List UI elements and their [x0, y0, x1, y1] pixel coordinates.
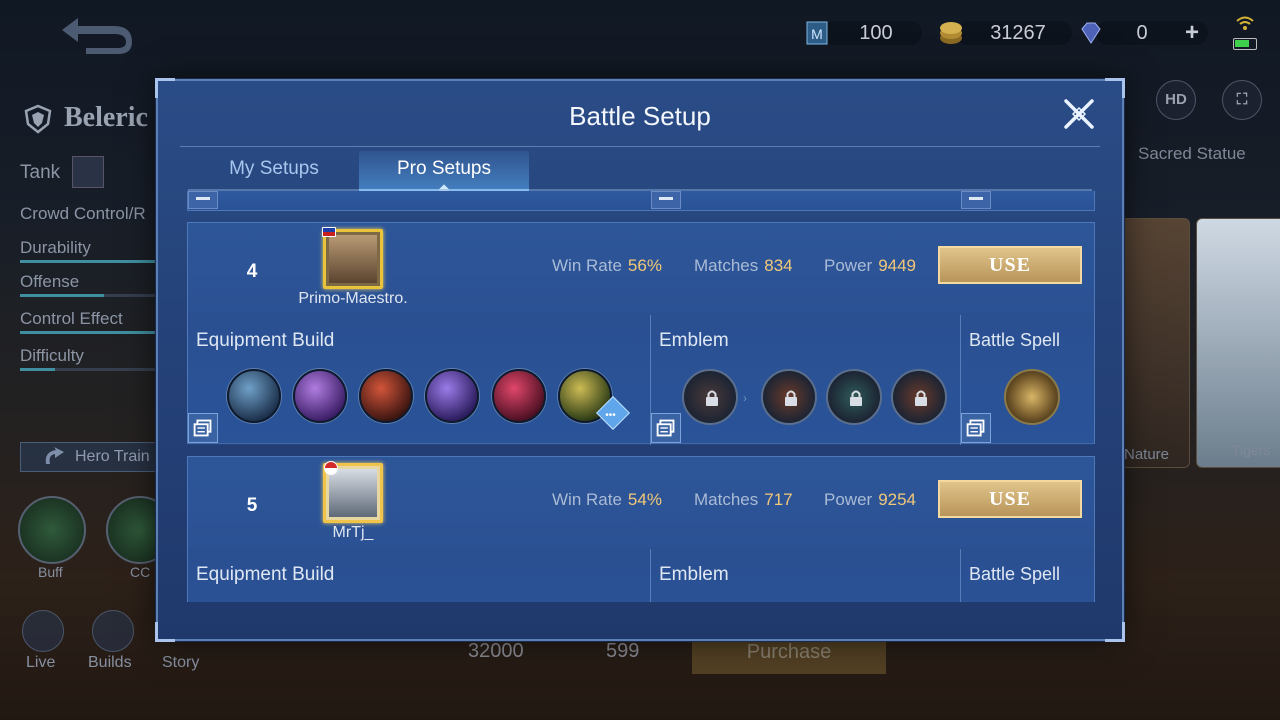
svg-text:M: M: [811, 26, 823, 42]
setup-rank: 4: [246, 261, 258, 282]
diamond-price: 599: [606, 640, 640, 662]
tab-my-setups[interactable]: My Setups: [212, 151, 336, 191]
equipment-build-title: Equipment Build: [196, 564, 335, 585]
battle-setup-modal: Battle Setup My Setups Pro Setups 4 Prim…: [155, 78, 1125, 642]
setup-rank: 5: [246, 495, 258, 516]
stat-bar-offense: [20, 294, 160, 297]
diamond-icon: [1081, 22, 1101, 44]
tab-pro-setups-label: Pro Setups: [397, 158, 491, 179]
ticket-icon: M: [806, 21, 828, 45]
skin-card-tigers-label: Tigers: [1232, 442, 1271, 458]
matches: Matches 834: [694, 256, 793, 275]
win-rate: Win Rate 54%: [552, 490, 662, 509]
hero-train-icon: [45, 447, 64, 464]
hero-role: Tank: [20, 162, 61, 183]
pro-setups-list[interactable]: 4 Primo-Maestro. Win Rate 56% Matches 834 …: [187, 191, 1095, 602]
diamonds-value: 0: [1136, 21, 1148, 44]
dominance-ice-icon[interactable]: [293, 369, 347, 423]
stat-label-durability: Durability: [20, 238, 91, 257]
buff-skill-label: Buff: [38, 564, 63, 580]
emblem-arrow-icon: ›: [743, 391, 747, 405]
setup-card: 4 Primo-Maestro. Win Rate 56% Matches 834 …: [187, 222, 1095, 445]
copy-equipment-button[interactable]: [188, 413, 218, 443]
player-name: Primo-Maestro.: [298, 290, 408, 307]
emblem-title: Emblem: [659, 564, 729, 585]
diamonds-counter: 0 +: [1078, 18, 1208, 48]
skin-title: Sacred Statue: [1138, 144, 1246, 163]
gold-value: 31267: [990, 21, 1046, 44]
wifi-icon: [1236, 16, 1254, 30]
builds-icon[interactable]: [92, 610, 134, 652]
vengeance-spell-icon[interactable]: [1004, 369, 1060, 425]
emblem-talent-2-icon[interactable]: [826, 369, 882, 425]
battle-spell-title: Battle Spell: [969, 564, 1061, 584]
equipment-build-title: Equipment Build: [196, 330, 335, 351]
player-name: MrTj_: [332, 524, 374, 541]
emblem-title: Emblem: [659, 330, 729, 351]
live-icon[interactable]: [22, 610, 64, 652]
stat-bar-difficulty: [20, 368, 160, 371]
cursed-helmet-icon[interactable]: [359, 369, 413, 423]
emblem-talent-1-icon[interactable]: [761, 369, 817, 425]
flag-icon: [324, 461, 338, 475]
warrior-boots-icon[interactable]: [227, 369, 281, 423]
matches: Matches 717: [694, 490, 793, 509]
hero-specialty: Crowd Control/R: [20, 204, 146, 223]
stat-label-difficulty: Difficulty: [20, 346, 84, 365]
previous-card-remnant: [187, 191, 1095, 211]
player-avatar[interactable]: [323, 229, 383, 289]
cc-skill-label: CC: [130, 564, 151, 580]
skin-card-tigers[interactable]: [1196, 218, 1280, 468]
hd-toggle-button[interactable]: HD: [1156, 80, 1196, 120]
power: Power 9254: [824, 490, 917, 509]
add-diamonds-button[interactable]: +: [1180, 19, 1204, 47]
radiant-armor-icon[interactable]: [492, 369, 546, 423]
stat-bar-control: [20, 331, 160, 334]
emblem-talent-3-icon[interactable]: [891, 369, 947, 425]
buff-skill-icon[interactable]: [18, 496, 86, 564]
hero-train-label: Hero Train: [75, 448, 150, 465]
copy-spell-button[interactable]: [961, 413, 991, 443]
athenas-shield-icon[interactable]: [425, 369, 479, 423]
hero-name: Beleric: [64, 102, 148, 133]
stat-label-control: Control Effect: [20, 309, 123, 328]
title-divider: [180, 146, 1100, 147]
flag-icon: [322, 227, 336, 237]
power: Power 9449: [824, 256, 917, 275]
gold-coin-icon: [940, 22, 962, 44]
modal-title: Battle Setup: [569, 101, 711, 131]
shield-role-icon: [24, 104, 52, 134]
skin-card-nature-label: Nature: [1124, 446, 1170, 463]
tickets-value: 100: [859, 21, 893, 44]
win-rate: Win Rate 56%: [552, 256, 662, 275]
gold-price: 32000: [468, 640, 524, 662]
battle-spell-title: Battle Spell: [969, 330, 1061, 350]
tab-pro-setups[interactable]: Pro Setups: [359, 151, 529, 196]
stat-label-offense: Offense: [20, 272, 80, 291]
battery-icon: [1233, 38, 1257, 50]
use-button[interactable]: USE: [938, 480, 1082, 518]
story-label[interactable]: Story: [162, 654, 199, 672]
gold-counter: 31267: [938, 18, 1072, 48]
close-icon[interactable]: [1060, 95, 1098, 133]
builds-label[interactable]: Builds: [88, 654, 132, 672]
use-button[interactable]: USE: [938, 246, 1082, 284]
emblem-main-icon[interactable]: [682, 369, 738, 425]
copy-emblem-button[interactable]: [651, 413, 681, 443]
setup-card: 5 MrTj_ Win Rate 54% Matches 717 Power 9254…: [187, 456, 1095, 602]
live-label[interactable]: Live: [26, 654, 55, 672]
back-arrow-icon[interactable]: [56, 10, 136, 54]
tickets-counter: M 100: [804, 18, 922, 48]
stat-bar-durability: [20, 260, 160, 263]
fullscreen-icon[interactable]: ⛶: [1222, 80, 1262, 120]
tank-role-icon: [72, 156, 104, 188]
